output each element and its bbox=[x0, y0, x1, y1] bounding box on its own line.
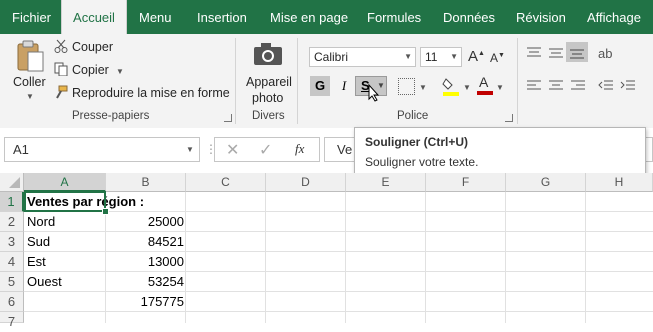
camera-icon[interactable] bbox=[253, 42, 283, 66]
decrease-font-icon[interactable]: A▼ bbox=[490, 51, 505, 65]
column-header-a[interactable]: A bbox=[24, 173, 106, 192]
divider bbox=[517, 38, 518, 124]
cell-b5[interactable]: 53254 bbox=[106, 272, 186, 292]
tooltip-description: Souligner votre texte. bbox=[365, 155, 479, 169]
scissors-icon bbox=[54, 39, 68, 53]
row-header-7[interactable]: 7 bbox=[0, 312, 24, 329]
cancel-icon[interactable]: ✕ bbox=[226, 140, 239, 160]
column-header-c[interactable]: C bbox=[186, 173, 266, 192]
fill-color-icon[interactable] bbox=[442, 75, 460, 97]
cell-b4[interactable]: 13000 bbox=[106, 252, 186, 272]
tooltip: Souligner (Ctrl+U) Souligner votre texte… bbox=[354, 127, 646, 179]
menu-tab-insertion[interactable]: Insertion bbox=[197, 0, 247, 34]
menu-tab-menu[interactable]: Menu bbox=[139, 0, 172, 34]
copy-button[interactable]: Copier bbox=[72, 63, 109, 77]
cut-button[interactable]: Couper bbox=[72, 40, 113, 54]
function-icon[interactable]: fx bbox=[295, 141, 304, 157]
confirm-icon[interactable]: ✓ bbox=[259, 140, 272, 160]
menu-tab-mise-en-page[interactable]: Mise en page bbox=[270, 0, 348, 34]
chevron-down-icon[interactable]: ▼ bbox=[419, 83, 427, 92]
column-header-b[interactable]: B bbox=[106, 173, 186, 192]
font-size-select[interactable]: 11 ▼ bbox=[420, 47, 462, 67]
align-bottom-icon[interactable] bbox=[566, 42, 588, 62]
font-name-select[interactable]: Calibri ▼ bbox=[309, 47, 416, 67]
cell-b2[interactable]: 25000 bbox=[106, 212, 186, 232]
row-header-3[interactable]: 3 bbox=[0, 232, 24, 252]
ribbon: Coller ▼ Couper Copier ▼ Reproduire la m… bbox=[0, 34, 653, 129]
menu-tab-donnees[interactable]: Données bbox=[443, 0, 495, 34]
column-header-g[interactable]: G bbox=[506, 173, 586, 192]
chevron-down-icon: ▼ bbox=[404, 52, 412, 61]
mouse-cursor-icon bbox=[368, 83, 380, 107]
cell-a4[interactable]: Est bbox=[24, 252, 106, 272]
selected-cell-border bbox=[24, 191, 106, 212]
copy-dropdown-icon[interactable]: ▼ bbox=[116, 67, 124, 76]
column-header-f[interactable]: F bbox=[426, 173, 506, 192]
name-box-value: A1 bbox=[13, 142, 29, 157]
select-all-corner[interactable] bbox=[0, 173, 24, 192]
increase-indent-icon[interactable] bbox=[620, 79, 636, 98]
align-center-icon[interactable] bbox=[548, 79, 564, 98]
cell-a3[interactable]: Sud bbox=[24, 232, 106, 252]
format-painter-icon bbox=[54, 85, 68, 99]
paste-button[interactable] bbox=[15, 40, 45, 74]
formula-content: Ve bbox=[337, 142, 353, 157]
chevron-down-icon: ▼ bbox=[450, 52, 458, 61]
menu-tab-revision[interactable]: Révision bbox=[516, 0, 566, 34]
increase-font-icon[interactable]: A▲ bbox=[468, 48, 485, 65]
copy-icon bbox=[54, 62, 68, 77]
font-color-icon[interactable]: A bbox=[476, 74, 494, 96]
column-header-e[interactable]: E bbox=[346, 173, 426, 192]
row-header-2[interactable]: 2 bbox=[0, 212, 24, 232]
dialog-launcher-icon[interactable] bbox=[505, 114, 513, 122]
menu-tab-formules[interactable]: Formules bbox=[367, 0, 421, 34]
bold-button[interactable]: G bbox=[310, 76, 330, 96]
group-label-police: Police bbox=[397, 110, 429, 122]
formula-buttons: ✕ ✓ fx bbox=[214, 137, 320, 162]
divider bbox=[297, 38, 298, 124]
cell-b3[interactable]: 84521 bbox=[106, 232, 186, 252]
italic-button[interactable]: I bbox=[334, 76, 354, 96]
format-painter-button[interactable]: Reproduire la mise en forme bbox=[72, 86, 230, 100]
name-box[interactable]: A1 ▼ bbox=[4, 137, 200, 162]
column-header-d[interactable]: D bbox=[266, 173, 346, 192]
row-header-5[interactable]: 5 bbox=[0, 272, 24, 292]
orientation-icon[interactable]: ab bbox=[598, 46, 612, 61]
row-header-1[interactable]: 1 bbox=[0, 192, 24, 212]
font-size-value: 11 bbox=[425, 50, 438, 64]
camera-label[interactable]: Appareil bbox=[246, 75, 292, 89]
divider bbox=[235, 38, 236, 124]
align-left-icon[interactable] bbox=[526, 79, 542, 98]
borders-icon[interactable] bbox=[398, 78, 415, 95]
menu-tab-affichage[interactable]: Affichage bbox=[587, 0, 641, 34]
row-header-6[interactable]: 6 bbox=[0, 292, 24, 312]
chevron-down-icon[interactable]: ▼ bbox=[26, 92, 34, 101]
chevron-down-icon[interactable]: ▼ bbox=[186, 145, 194, 154]
chevron-down-icon[interactable]: ▼ bbox=[496, 83, 504, 92]
column-header-h[interactable]: H bbox=[586, 173, 653, 192]
menu-tab-accueil[interactable]: Accueil bbox=[61, 0, 127, 34]
cell-a2[interactable]: Nord bbox=[24, 212, 106, 232]
decrease-indent-icon[interactable] bbox=[598, 79, 614, 98]
font-name-value: Calibri bbox=[314, 50, 349, 64]
menu-bar: Fichier Accueil Menu Insertion Mise en p… bbox=[0, 0, 653, 34]
tooltip-title: Souligner (Ctrl+U) bbox=[365, 135, 469, 149]
group-label-presse-papiers: Presse-papiers bbox=[72, 110, 150, 122]
align-right-icon[interactable] bbox=[570, 79, 586, 98]
menu-tab-fichier[interactable]: Fichier bbox=[12, 0, 51, 34]
paste-label[interactable]: Coller bbox=[13, 75, 46, 89]
align-middle-icon[interactable] bbox=[548, 46, 564, 65]
cell-b6[interactable]: 175775 bbox=[106, 292, 186, 312]
row-header-4[interactable]: 4 bbox=[0, 252, 24, 272]
group-label-divers: Divers bbox=[252, 110, 285, 122]
dialog-launcher-icon[interactable] bbox=[224, 114, 232, 122]
align-top-icon[interactable] bbox=[526, 46, 542, 65]
clipboard-icon bbox=[17, 40, 44, 72]
camera-label-line2[interactable]: photo bbox=[252, 91, 283, 105]
chevron-down-icon[interactable]: ▼ bbox=[463, 83, 471, 92]
cell-a5[interactable]: Ouest bbox=[24, 272, 106, 292]
